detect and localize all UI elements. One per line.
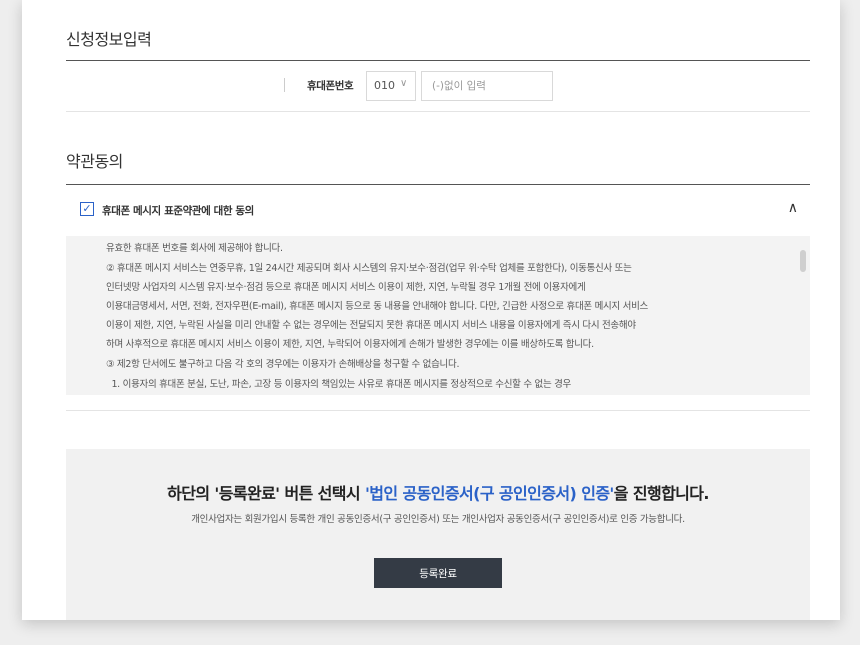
chevron-up-icon[interactable]: ∧ [788, 200, 798, 216]
phone-prefix-value: 010 [374, 79, 395, 92]
field-separator [284, 78, 285, 92]
section-divider [66, 184, 810, 185]
phone-prefix-select[interactable]: 010 ∨ [366, 71, 416, 101]
notice-subtext: 개인사업자는 회원가입시 등록한 개인 공동인증서(구 공인인증서) 또는 개인… [191, 514, 685, 525]
notice-heading-suffix: 을 진행합니다. [613, 484, 710, 503]
notice-heading: 하단의 '등록완료' 버튼 선택시 '법인 공동인증서(구 공인인증서) 인증'… [66, 480, 810, 504]
terms-line: 이용대금명세서, 서면, 전화, 전자우편(E-mail), 휴대폰 메시지 등… [106, 301, 648, 312]
terms-scrollbar-thumb[interactable] [800, 250, 806, 272]
row-divider [66, 410, 810, 411]
terms-line: 이용이 제한, 지연, 누락된 사실을 미리 안내할 수 없는 경우에는 전달되… [106, 320, 636, 331]
terms-line: 인터넷망 사업자의 시스템 유지·보수·점검 등으로 휴대폰 메시지 서비스 이… [106, 282, 586, 293]
section-title-terms: 약관동의 [66, 152, 123, 171]
terms-line: 유효한 휴대폰 번호를 회사에 제공해야 합니다. [106, 243, 283, 254]
chevron-down-icon: ∨ [400, 78, 408, 89]
section-title-application-info: 신청정보입력 [66, 30, 152, 49]
terms-content-box[interactable]: 유효한 휴대폰 번호를 회사에 제공해야 합니다. ② 휴대폰 메시지 서비스는… [66, 236, 810, 395]
row-divider [66, 111, 810, 112]
terms-line: 1. 이용자의 휴대폰 분실, 도난, 파손, 고장 등 이용자의 책임있는 사… [106, 379, 571, 390]
notice-heading-highlight: '법인 공동인증서(구 공인인증서) 인증' [365, 484, 614, 503]
register-complete-button[interactable]: 등록완료 [374, 558, 502, 588]
agreement-label[interactable]: 휴대폰 메시지 표준약관에 대한 동의 [102, 203, 254, 218]
section-divider [66, 60, 810, 61]
phone-number-input[interactable] [421, 71, 553, 101]
notice-box: 하단의 '등록완료' 버튼 선택시 '법인 공동인증서(구 공인인증서) 인증'… [66, 449, 810, 620]
phone-number-label: 휴대폰번호 [307, 80, 354, 92]
agreement-checkbox[interactable]: ✓ [80, 202, 94, 216]
notice-heading-prefix: 하단의 '등록완료' 버튼 선택시 [167, 484, 365, 503]
terms-line: 하며 사후적으로 휴대폰 메시지 서비스 이용이 제한, 지연, 누락되어 이용… [106, 339, 594, 350]
terms-line: ② 휴대폰 메시지 서비스는 연중무휴, 1일 24시간 제공되며 회사 시스템… [106, 263, 632, 274]
terms-line: ③ 제2항 단서에도 불구하고 다음 각 호의 경우에는 이용자가 손해배상을 … [106, 359, 460, 370]
phone-number-row: 휴대폰번호 010 ∨ [22, 71, 840, 101]
registration-panel: 신청정보입력 휴대폰번호 010 ∨ 약관동의 ✓ 휴대폰 메시지 표준약관에 … [22, 0, 840, 620]
agreement-row: ✓ 휴대폰 메시지 표준약관에 대한 동의 ∧ [80, 200, 800, 220]
